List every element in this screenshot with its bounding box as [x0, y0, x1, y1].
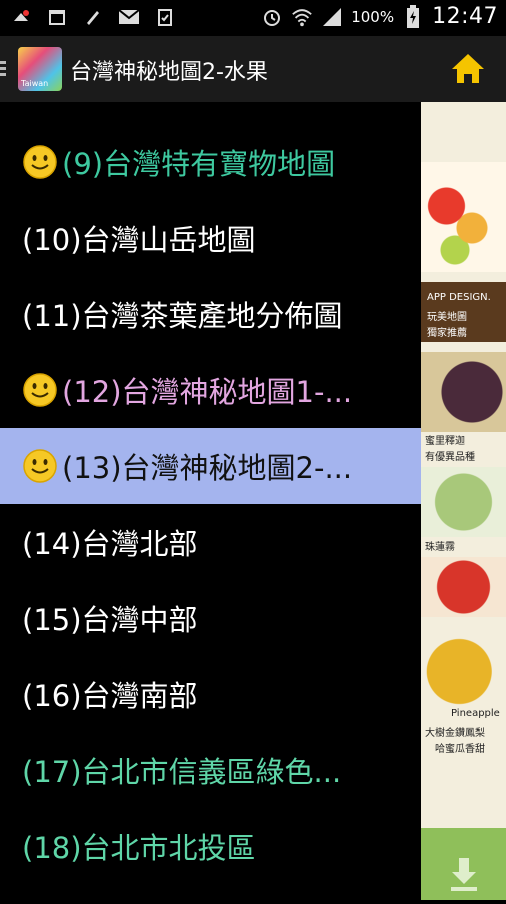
download-arrow-icon [451, 858, 477, 891]
caption: 大樹金鑽鳳梨 [425, 728, 485, 739]
drawer-item-label: (10)台灣山岳地圖 [22, 223, 256, 257]
page-title: 台灣神秘地圖2-水果 [70, 60, 268, 85]
drawer-item-label: (12)台灣神秘地圖1-... [62, 375, 353, 409]
smiley-icon [23, 145, 57, 179]
drawer-item[interactable]: (11)台灣茶葉產地分佈圖 [0, 276, 421, 352]
drawer-item-label: (9)台灣特有寶物地圖 [62, 147, 336, 181]
system-icons: 100% 12:47 [261, 4, 498, 29]
fruit-image [421, 352, 506, 432]
smiley-icon [23, 373, 57, 407]
drawer-item-label: (18)台北市北投區 [22, 831, 256, 865]
upload-icon [10, 6, 32, 28]
drawer-item-label: (15)台灣中部 [22, 603, 198, 637]
caption: Pineapple [451, 708, 500, 719]
drawer-item[interactable]: (17)台北市信義區綠色... [0, 732, 421, 808]
caption: 哈蜜瓜香甜 [435, 744, 485, 755]
caption: APP DESIGN. [427, 292, 491, 303]
drawer-item-label: (14)台灣北部 [22, 527, 198, 561]
clean-icon [82, 6, 104, 28]
signal-icon [321, 6, 343, 28]
fruit-image [421, 622, 506, 712]
app-logo[interactable]: Taiwan [18, 47, 62, 91]
clipboard-icon [154, 6, 176, 28]
caption: 珠蓮霧 [425, 542, 455, 553]
wifi-icon [291, 6, 313, 28]
clock: 12:47 [432, 4, 498, 29]
action-bar: Taiwan 台灣神秘地圖2-水果 [0, 36, 506, 102]
drawer-item[interactable]: (9)台灣特有寶物地圖 [0, 124, 421, 200]
navigation-drawer: (9)台灣特有寶物地圖 (10)台灣山岳地圖 (11)台灣茶葉產地分佈圖 (12)台灣… [0, 102, 421, 900]
caption: 蜜里釋迦 [425, 436, 465, 447]
caption: 玩美地圖 [427, 312, 467, 323]
drawer-item-partial [0, 102, 421, 124]
battery-percent: 100% [351, 7, 395, 26]
status-bar: 100% 12:47 [0, 0, 506, 36]
drawer-item[interactable]: (18)台北市北投區 [0, 808, 421, 884]
home-icon[interactable] [450, 51, 486, 87]
notification-icons [10, 6, 176, 28]
battery-icon [402, 4, 424, 28]
drawer-item-label: (17)台北市信義區綠色... [22, 755, 342, 789]
drawer-item[interactable]: (15)台灣中部 [0, 580, 421, 656]
fruit-image [421, 162, 506, 272]
calendar-icon [46, 6, 68, 28]
drawer-item-label: (16)台灣南部 [22, 679, 198, 713]
drawer-item[interactable]: (16)台灣南部 [0, 656, 421, 732]
fruit-image [421, 467, 506, 537]
alarm-icon [261, 6, 283, 28]
drawer-item[interactable]: (13)台灣神秘地圖2-... [0, 428, 421, 504]
mail-icon [118, 6, 140, 28]
drawer-item[interactable]: (12)台灣神秘地圖1-... [0, 352, 421, 428]
map-content: APP DESIGN. 玩美地圖 獨家推薦 蜜里釋迦 有優異品種 珠蓮霧 Pin… [421, 102, 506, 900]
drawer-item[interactable]: (14)台灣北部 [0, 504, 421, 580]
fruit-image [421, 557, 506, 617]
app-logo-caption: Taiwan [21, 79, 49, 88]
caption: 獨家推薦 [427, 328, 467, 339]
drawer-item-label: (11)台灣茶葉產地分佈圖 [22, 299, 343, 333]
drawer-item[interactable]: (10)台灣山岳地圖 [0, 200, 421, 276]
download-button[interactable] [421, 828, 506, 900]
drawer-indicator-icon[interactable] [0, 58, 8, 80]
drawer-item-label: (13)台灣神秘地圖2-... [62, 451, 353, 485]
smiley-icon [23, 449, 57, 483]
caption: 有優異品種 [425, 452, 475, 463]
